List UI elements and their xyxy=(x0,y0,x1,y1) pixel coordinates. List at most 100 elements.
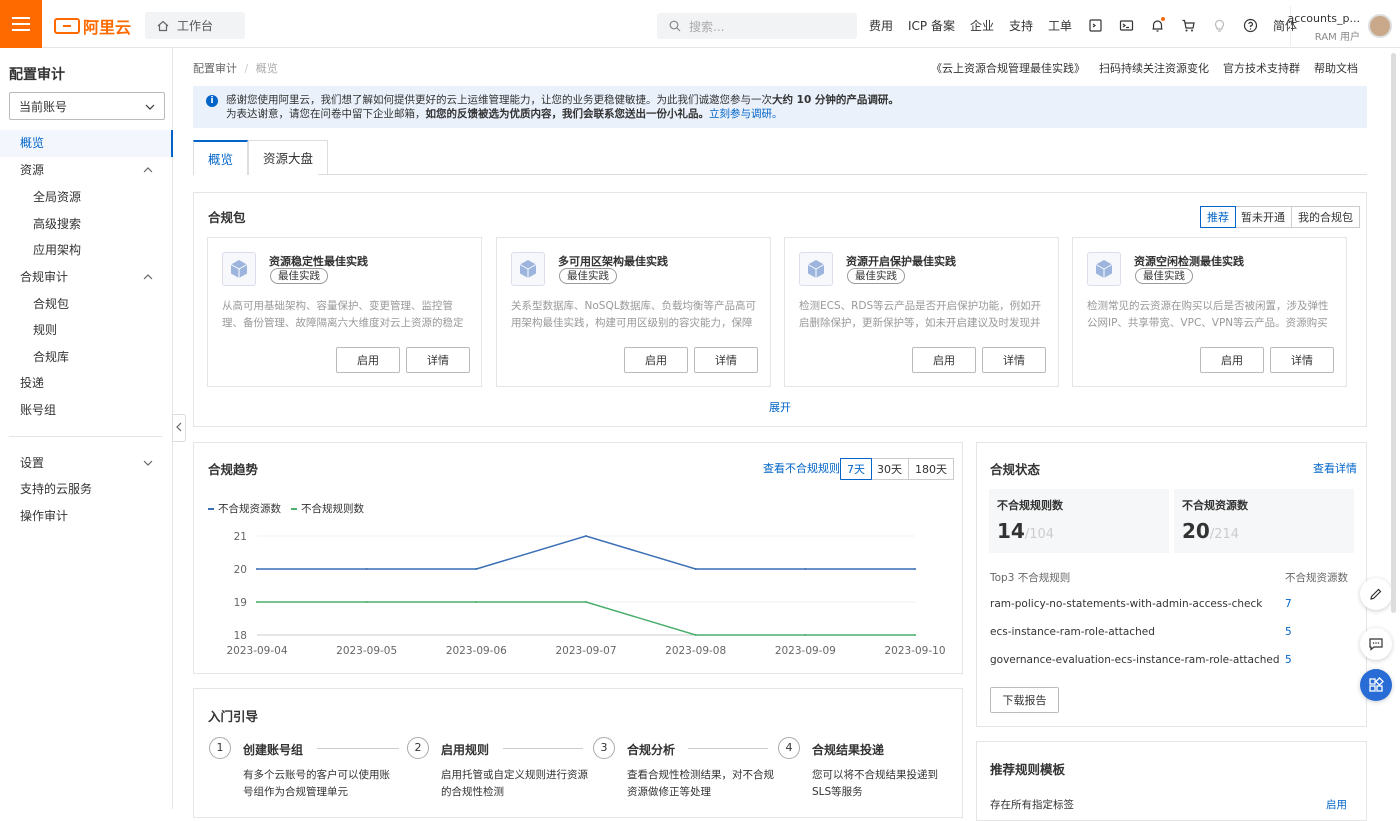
enable-button[interactable]: 启用 xyxy=(912,347,976,373)
nav-enterprise[interactable]: 企业 xyxy=(970,17,994,34)
scan-follow-link[interactable]: 扫码持续关注资源变化 xyxy=(1099,60,1209,76)
aliyun-logo[interactable]: 阿里云 xyxy=(54,14,131,38)
feedback-icon[interactable] xyxy=(1360,628,1392,660)
page-scrollbar[interactable] xyxy=(1391,48,1397,809)
pack-name[interactable]: 资源开启保护最佳实践 xyxy=(846,253,956,269)
sidebar-item-advanced-search[interactable]: 高级搜索 xyxy=(0,211,173,238)
sidebar-item-account-groups[interactable]: 账号组 xyxy=(0,397,173,424)
pack-card: 资源空闲检测最佳实践 最佳实践 检测常见的云资源在购买以后是否被闲置，涉及弹性公… xyxy=(1072,237,1347,387)
data-point xyxy=(585,601,587,603)
stat-total: /214 xyxy=(1209,527,1240,542)
sidebar-item-compliance-library[interactable]: 合规库 xyxy=(0,344,173,371)
enable-button[interactable]: 启用 xyxy=(624,347,688,373)
sidebar-item-resources[interactable]: 资源 xyxy=(0,157,173,184)
nav-icp[interactable]: ICP 备案 xyxy=(908,17,955,34)
filter-recommended[interactable]: 推荐 xyxy=(1200,206,1236,228)
search-input[interactable]: 搜索... xyxy=(657,13,857,39)
range-180d[interactable]: 180天 xyxy=(909,459,953,479)
bell-icon[interactable] xyxy=(1149,17,1166,33)
nav-billing[interactable]: 费用 xyxy=(869,17,893,34)
pack-description: 关系型数据库、NoSQL数据库、负载均衡等产品高可用架构最佳实践，构建可用区级别… xyxy=(511,300,757,329)
detail-button[interactable]: 详情 xyxy=(694,347,758,373)
top3-count[interactable]: 5 xyxy=(1285,626,1292,638)
legend-item[interactable]: 不合规资源数 xyxy=(208,501,281,516)
cart-icon[interactable] xyxy=(1180,17,1196,33)
help-icon[interactable] xyxy=(1242,17,1258,33)
account-menu[interactable]: accounts_p... RAM 用户 xyxy=(1287,6,1400,46)
sidebar-item-global-resources[interactable]: 全局资源 xyxy=(0,184,173,211)
edit-icon[interactable] xyxy=(1360,578,1392,610)
view-details-link[interactable]: 查看详情 xyxy=(1313,460,1357,476)
status-title: 合规状态 xyxy=(990,462,1041,477)
detail-button[interactable]: 详情 xyxy=(982,347,1046,373)
workbench-button[interactable]: 工作台 xyxy=(145,12,245,39)
stat-label: 不合规资源数 xyxy=(1182,499,1248,512)
banner-bold-text: 如您的反馈被选为优质内容，我们会联系您送出一份小礼品。 xyxy=(425,108,710,120)
survey-link[interactable]: 立刻参与调研。 xyxy=(709,108,783,120)
range-7d[interactable]: 7天 xyxy=(840,458,872,480)
banner-text: 感谢您使用阿里云，我们想了解如何提供更好的云上运维管理能力，让您的业务更稳健敏捷… xyxy=(226,94,772,106)
top3-rule[interactable]: governance-evaluation-ecs-instance-ram-r… xyxy=(990,654,1280,666)
breadcrumb-root[interactable]: 配置审计 xyxy=(193,62,237,75)
step-number: 3 xyxy=(593,737,615,759)
chevron-left-icon xyxy=(176,422,182,435)
sidebar-divider xyxy=(9,436,162,437)
best-practice-link[interactable]: 《云上资源合规管理最佳实践》 xyxy=(931,60,1085,76)
sidebar-item-action-trail[interactable]: 操作审计 xyxy=(0,503,173,530)
sidebar-item-overview[interactable]: 概览 xyxy=(0,130,173,157)
detail-button[interactable]: 详情 xyxy=(406,347,470,373)
menu-icon[interactable] xyxy=(0,0,42,48)
help-docs-link[interactable]: 帮助文档 xyxy=(1314,60,1358,76)
sidebar-item-delivery[interactable]: 投递 xyxy=(0,370,173,397)
account-select[interactable]: 当前账号 xyxy=(9,92,165,120)
pack-name[interactable]: 资源空闲检测最佳实践 xyxy=(1134,253,1244,269)
top3-rule[interactable]: ecs-instance-ram-role-attached xyxy=(990,626,1155,638)
sidebar-item-rules[interactable]: 规则 xyxy=(0,317,173,344)
pack-name[interactable]: 资源稳定性最佳实践 xyxy=(269,253,368,269)
sidebar-collapse-button[interactable] xyxy=(172,414,186,442)
top3-count[interactable]: 5 xyxy=(1285,654,1292,666)
support-group-link[interactable]: 官方技术支持群 xyxy=(1223,60,1300,76)
top3-count[interactable]: 7 xyxy=(1285,598,1292,610)
sidebar-item-label: 操作审计 xyxy=(20,509,69,523)
sidebar-item-label: 账号组 xyxy=(20,403,57,417)
sidebar-item-app-architecture[interactable]: 应用架构 xyxy=(0,237,173,264)
tab-resource-dashboard[interactable]: 资源大盘 xyxy=(248,140,329,175)
legend-item[interactable]: 不合规规则数 xyxy=(291,501,364,516)
lightbulb-icon[interactable] xyxy=(1211,17,1227,33)
enable-button[interactable]: 启用 xyxy=(1200,347,1264,373)
filter-not-enabled[interactable]: 暂未开通 xyxy=(1235,207,1292,227)
enable-template-link[interactable]: 启用 xyxy=(1326,797,1347,812)
sidebar-item-supported-services[interactable]: 支持的云服务 xyxy=(0,476,173,503)
nav-ticket[interactable]: 工单 xyxy=(1048,17,1072,34)
apps-icon[interactable] xyxy=(1360,669,1392,701)
filter-my-packs[interactable]: 我的合规包 xyxy=(1292,207,1359,227)
enable-button[interactable]: 启用 xyxy=(336,347,400,373)
sidebar-item-settings[interactable]: 设置 xyxy=(0,450,173,477)
top3-rule[interactable]: ram-policy-no-statements-with-admin-acce… xyxy=(990,598,1262,610)
sidebar-item-compliance-audit[interactable]: 合规审计 xyxy=(0,264,173,291)
tab-overview[interactable]: 概览 xyxy=(193,140,249,175)
noncompliant-resources-stat[interactable]: 不合规资源数 20/214 xyxy=(1174,489,1354,553)
detail-button[interactable]: 详情 xyxy=(1270,347,1334,373)
expand-link[interactable]: 展开 xyxy=(769,399,791,415)
terminal-icon[interactable] xyxy=(1118,17,1134,33)
tab-underline xyxy=(318,174,1367,175)
cloud-shell-icon[interactable] xyxy=(1087,17,1103,33)
top3-header: Top3 不合规规则 xyxy=(990,572,1071,584)
data-point xyxy=(804,634,807,636)
nav-support[interactable]: 支持 xyxy=(1009,17,1033,34)
data-point xyxy=(256,601,258,603)
range-30d[interactable]: 30天 xyxy=(871,459,909,479)
pack-name[interactable]: 多可用区架构最佳实践 xyxy=(558,253,668,269)
view-noncompliant-rules-link[interactable]: 查看不合规规则 xyxy=(763,460,840,476)
step-connector xyxy=(317,748,399,749)
account-name: accounts_p... xyxy=(1287,12,1360,25)
download-report-button[interactable]: 下载报告 xyxy=(990,687,1059,713)
pack-card: 资源稳定性最佳实践 最佳实践 从高可用基础架构、容量保护、变更管理、监控管理、备… xyxy=(207,237,482,387)
avatar[interactable] xyxy=(1368,14,1392,38)
noncompliant-rules-stat[interactable]: 不合规规则数 14/104 xyxy=(989,489,1169,553)
stat-number: 20 xyxy=(1182,519,1210,543)
sidebar-item-compliance-packs[interactable]: 合规包 xyxy=(0,291,173,318)
sidebar-item-label: 概览 xyxy=(20,136,45,150)
